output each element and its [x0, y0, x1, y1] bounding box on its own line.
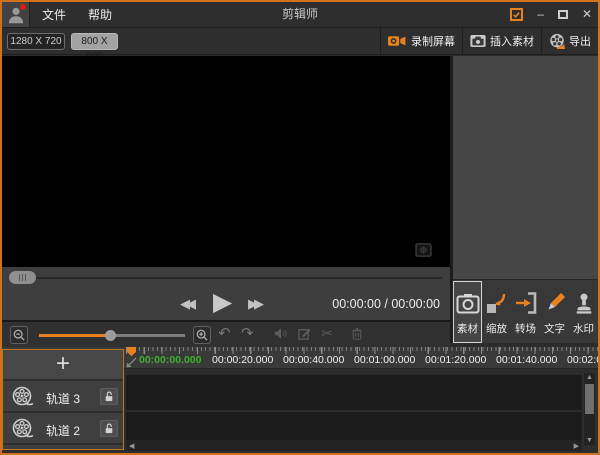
fullscreen-button[interactable]	[415, 243, 432, 262]
user-avatar[interactable]	[2, 2, 30, 27]
current-time-label: 00:00:00.000	[139, 354, 201, 366]
media-list-panel[interactable]	[453, 56, 598, 279]
ruler-label: 00:01:20.000	[425, 354, 486, 366]
insert-media-button[interactable]: 插入素材	[462, 28, 541, 54]
add-track-button[interactable]: +	[3, 350, 123, 381]
track-list-panel: + 轨道 3	[2, 349, 124, 450]
seek-track[interactable]	[36, 277, 442, 279]
window-controls: – ✕	[510, 2, 592, 27]
delete-button[interactable]	[351, 327, 363, 345]
cut-button[interactable]: ✂	[321, 325, 333, 342]
timeline-zoom-slider[interactable]	[39, 334, 185, 337]
tab-text-label: 文字	[544, 321, 565, 336]
close-button[interactable]: ✕	[582, 2, 592, 27]
minimize-button[interactable]: –	[537, 2, 544, 27]
sidebar-tabbar: 素材 缩放 转场	[453, 279, 598, 343]
horizontal-scrollbar[interactable]: ◀ ▶	[126, 440, 582, 451]
export-label: 导出	[569, 33, 591, 49]
trash-icon	[351, 327, 363, 340]
media-camera-icon	[456, 288, 480, 318]
insert-media-icon	[470, 34, 486, 48]
resolution-button-800x600[interactable]: 800 X 600	[71, 33, 118, 50]
editor-window: 文件 帮助 剪辑师 – ✕ 1280 X 720 800 X 600 录制屏幕	[0, 0, 600, 455]
ruler-label: 00:01:40.000	[496, 354, 557, 366]
rewind-button[interactable]: ◀◀	[180, 296, 192, 312]
record-screen-label: 录制屏幕	[411, 33, 455, 49]
track-lock-button[interactable]	[100, 388, 118, 405]
fast-forward-button[interactable]: ▶▶	[248, 296, 260, 312]
tab-media[interactable]: 素材	[453, 281, 482, 343]
edit-clip-icon	[298, 327, 311, 340]
tab-zoom[interactable]: 缩放	[482, 281, 511, 343]
seek-bar	[2, 267, 450, 289]
timeline-toolbar: ↶ ↷ ✂	[2, 320, 450, 347]
ruler-major-ticks	[126, 347, 598, 354]
ruler-label: 00:00:40.000	[283, 354, 344, 366]
title-bar: 文件 帮助 剪辑师 – ✕	[2, 2, 598, 27]
play-button[interactable]: ▶	[213, 287, 232, 317]
zoom-out-button[interactable]	[10, 326, 28, 344]
fullscreen-icon	[415, 243, 432, 257]
upgrade-icon[interactable]	[510, 8, 523, 21]
insert-media-label: 插入素材	[490, 33, 534, 49]
track-lock-button[interactable]	[100, 420, 118, 437]
zoom-pan-icon	[485, 288, 509, 318]
tab-watermark[interactable]: 水印	[569, 281, 598, 343]
playhead-marker[interactable]	[127, 347, 136, 356]
mute-button[interactable]	[274, 327, 288, 345]
unlock-icon	[104, 391, 114, 402]
track-lane-3[interactable]	[126, 375, 582, 410]
vertical-scrollbar[interactable]: ▲ ▼	[584, 373, 595, 445]
preview-screen	[2, 56, 450, 267]
track-row-2[interactable]: 轨道 2	[3, 413, 123, 445]
watermark-stamp-icon	[573, 288, 595, 318]
zoom-in-button[interactable]	[193, 326, 211, 344]
seek-handle[interactable]	[9, 271, 36, 284]
ruler-label: 00:01:00.000	[354, 354, 415, 366]
speaker-icon	[274, 327, 288, 340]
menu-item-help[interactable]: 帮助	[86, 6, 114, 23]
ruler-label: 00:02:0	[567, 354, 600, 366]
zoom-slider-fill	[39, 334, 111, 337]
export-reel-icon	[549, 33, 565, 49]
zoom-in-icon	[196, 329, 208, 341]
resolution-button-1280x720[interactable]: 1280 X 720	[7, 33, 65, 50]
scroll-up-button[interactable]: ▲	[586, 374, 593, 381]
zoom-slider-track	[111, 334, 185, 337]
tab-media-label: 素材	[457, 321, 478, 336]
scroll-right-button[interactable]: ▶	[574, 442, 579, 450]
tab-watermark-label: 水印	[573, 321, 594, 336]
ruler-label: 00:00:20.000	[212, 354, 273, 366]
record-screen-button[interactable]: 录制屏幕	[380, 28, 462, 54]
tab-transition-label: 转场	[515, 321, 536, 336]
transport-controls: ◀◀ ▶ ▶▶ 00:00:00 / 00:00:00	[2, 289, 450, 320]
edit-clip-button[interactable]	[298, 327, 311, 345]
toolbar-actions: 录制屏幕 插入素材	[380, 28, 598, 54]
scroll-left-button[interactable]: ◀	[129, 442, 134, 450]
transition-icon	[514, 288, 538, 318]
undo-button[interactable]: ↶	[218, 324, 231, 342]
tab-zoom-label: 缩放	[486, 321, 507, 336]
zoom-slider-handle[interactable]	[105, 330, 116, 341]
track-row-3[interactable]: 轨道 3	[3, 381, 123, 413]
tab-text[interactable]: 文字	[540, 281, 569, 343]
zoom-out-icon	[13, 329, 25, 341]
v-scroll-thumb[interactable]	[585, 384, 594, 414]
unlock-icon	[104, 423, 114, 434]
record-screen-icon	[388, 34, 407, 48]
text-pencil-icon	[543, 288, 567, 318]
maximize-button[interactable]	[558, 10, 568, 19]
tab-transition[interactable]: 转场	[511, 281, 540, 343]
menu-bar: 文件 帮助	[40, 2, 114, 27]
menu-item-file[interactable]: 文件	[40, 6, 68, 23]
redo-button[interactable]: ↷	[241, 324, 254, 342]
time-display: 00:00:00 / 00:00:00	[332, 297, 440, 311]
notification-dot	[20, 4, 26, 10]
scroll-down-button[interactable]: ▼	[586, 437, 593, 444]
export-button[interactable]: 导出	[541, 28, 598, 54]
main-toolbar: 1280 X 720 800 X 600 录制屏幕 插入素材	[2, 27, 598, 55]
